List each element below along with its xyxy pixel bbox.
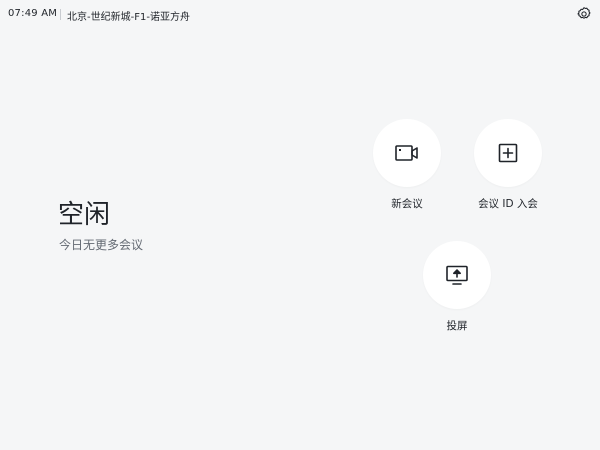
join-by-id-circle[interactable] [474,119,542,187]
screen-share-label: 投屏 [446,320,468,332]
new-meeting-button[interactable]: 新会议 [367,119,447,211]
screen-share-icon [446,265,468,285]
video-camera-icon [395,145,418,161]
new-meeting-label: 新会议 [391,198,423,210]
screen-share-button[interactable]: 投屏 [417,241,497,333]
clock: 07:49 AM [8,8,58,19]
screen-share-circle[interactable] [423,241,491,309]
settings-button[interactable] [576,6,592,22]
room-status-subtitle: 今日无更多会议 [59,238,144,252]
status-bar: 07:49 AM 北京-世纪新城-F1-诺亚方舟 [0,0,600,28]
meeting-room-home: 07:49 AM 北京-世纪新城-F1-诺亚方舟 空闲 今日无更多会议 新会议 [0,0,600,450]
plus-square-icon [498,143,518,163]
room-status-title: 空闲 [58,200,111,230]
new-meeting-circle[interactable] [373,119,441,187]
room-name: 北京-世纪新城-F1-诺亚方舟 [67,12,190,23]
join-by-id-button[interactable]: 会议 ID 入会 [468,119,548,211]
status-divider [60,9,61,20]
join-by-id-label: 会议 ID 入会 [478,198,538,210]
gear-icon [577,7,591,19]
